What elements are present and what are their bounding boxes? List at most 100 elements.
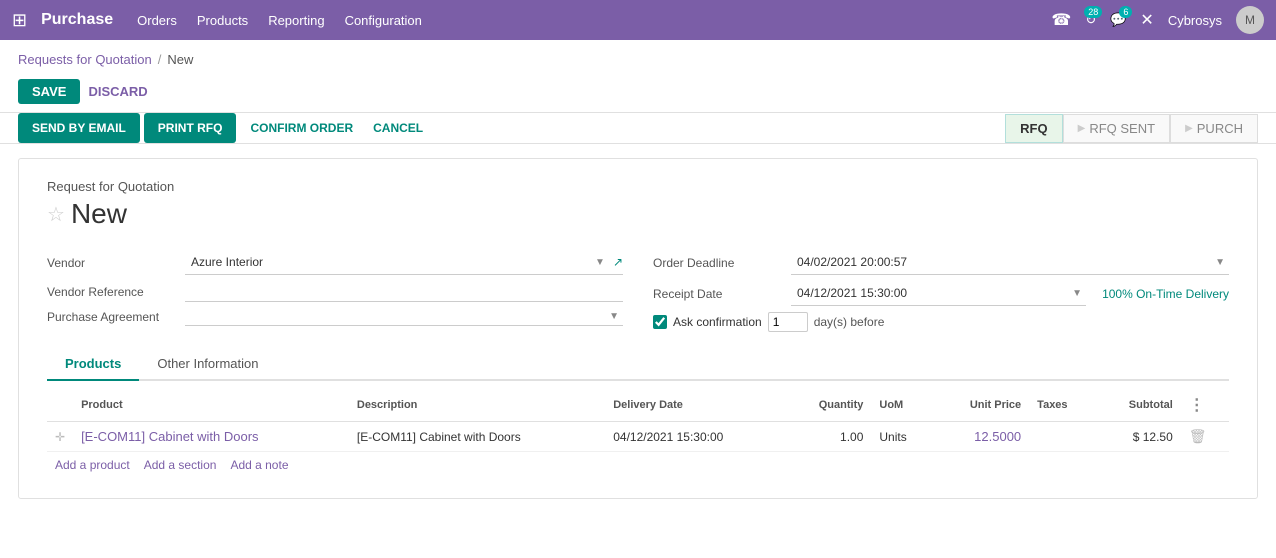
grid-icon[interactable]: ⊞ [12,10,27,31]
column-options-icon[interactable]: ⋮ [1189,397,1205,414]
breadcrumb-current: New [167,52,193,67]
quantity-cell: 1.00 [785,422,871,452]
top-navigation: ⊞ Purchase Orders Products Reporting Con… [0,0,1276,40]
save-button[interactable]: SAVE [18,79,80,104]
add-product-link[interactable]: Add a product [55,458,130,472]
vendor-external-link-icon[interactable]: ↗ [613,255,623,269]
drag-handle-icon[interactable]: ✛ [55,430,65,444]
cancel-button[interactable]: CANCEL [363,113,433,143]
subtotal-cell: $ 12.50 [1095,422,1181,452]
col-quantity: Quantity [785,389,871,422]
col-subtotal: Subtotal [1095,389,1181,422]
print-rfq-button[interactable]: PRINT RFQ [144,113,237,143]
record-type-label: Request for Quotation [47,179,1229,194]
ask-confirmation-checkbox[interactable] [653,315,667,329]
breadcrumb: Requests for Quotation / New [0,40,1276,73]
delete-cell: 🗑 [1181,422,1229,452]
tabs-row: Products Other Information [47,348,1229,381]
days-before-label: day(s) before [814,315,885,329]
purchase-agreement-field-row: Purchase Agreement ▼ [47,308,623,326]
record-title: New [71,198,127,230]
unit-price-cell: 12.5000 [933,422,1029,452]
order-deadline-value: 04/02/2021 20:00:57 [791,253,1211,271]
col-description: Description [349,389,605,422]
app-brand: Purchase [41,11,113,29]
table-body: ✛ [E-COM11] Cabinet with Doors [E-COM11]… [47,422,1229,452]
order-deadline-label: Order Deadline [653,256,783,270]
username: Cybrosys [1168,13,1222,28]
discard-button[interactable]: DISCARD [88,84,147,99]
add-row: Add a product Add a section Add a note [47,452,1229,478]
vendor-dropdown-arrow: ▼ [591,257,609,268]
avatar[interactable]: M [1236,6,1264,34]
add-section-link[interactable]: Add a section [144,458,217,472]
receipt-date-value: 04/12/2021 15:30:00 [791,284,1068,302]
star-icon[interactable]: ☆ [47,202,65,227]
product-cell[interactable]: [E-COM11] Cabinet with Doors [73,422,349,452]
col-taxes: Taxes [1029,389,1095,422]
page-body: Requests for Quotation / New SAVE DISCAR… [0,40,1276,558]
refresh-icon[interactable]: ↻ 28 [1085,11,1096,29]
send-by-email-button[interactable]: SEND BY EMAIL [18,113,140,143]
secondary-toolbar: SEND BY EMAIL PRINT RFQ CONFIRM ORDER CA… [0,112,1276,144]
form-card: Request for Quotation ☆ New Vendor Azure… [18,158,1258,499]
add-note-link[interactable]: Add a note [230,458,288,472]
receipt-date-dropdown[interactable]: 04/12/2021 15:30:00 ▼ [791,281,1086,306]
col-actions: ⋮ [1181,389,1229,422]
action-row: SAVE DISCARD [0,73,1276,112]
purchase-agreement-dropdown-arrow: ▼ [605,311,623,322]
vendor-reference-field-row: Vendor Reference [47,281,623,302]
close-icon[interactable]: ✕ [1140,10,1153,30]
delete-row-icon[interactable]: 🗑 [1189,428,1207,444]
nav-orders[interactable]: Orders [137,9,177,32]
purchase-agreement-value [185,315,605,319]
ask-confirmation-row: Ask confirmation day(s) before [653,312,1229,332]
vendor-reference-label: Vendor Reference [47,285,177,299]
vendor-value: Azure Interior [185,253,591,271]
status-pill-rfq-sent[interactable]: ▶ RFQ SENT [1063,114,1170,143]
purchase-agreement-dropdown[interactable]: ▼ [185,308,623,326]
vendor-label: Vendor [47,256,177,270]
drag-handle-cell: ✛ [47,422,73,452]
nav-reporting[interactable]: Reporting [268,9,324,32]
vendor-reference-text-input[interactable] [191,284,617,298]
status-pill-rfq[interactable]: RFQ [1005,114,1062,143]
receipt-date-dropdown-arrow: ▼ [1068,288,1086,299]
breadcrumb-parent[interactable]: Requests for Quotation [18,52,152,67]
main-nav: Orders Products Reporting Configuration [137,9,1051,32]
confirm-order-button[interactable]: CONFIRM ORDER [240,113,363,143]
nav-configuration[interactable]: Configuration [345,9,422,32]
ask-confirmation-label: Ask confirmation [673,315,762,329]
left-fields: Vendor Azure Interior ▼ ↗ Vendor Referen… [47,250,623,332]
nav-products[interactable]: Products [197,9,248,32]
table-header: Product Description Delivery Date Quanti… [47,389,1229,422]
chat-badge: 6 [1119,6,1132,18]
product-name[interactable]: [E-COM11] Cabinet with Doors [81,429,259,444]
col-unit-price: Unit Price [933,389,1029,422]
toolbar-actions: SEND BY EMAIL PRINT RFQ CONFIRM ORDER CA… [18,113,1005,143]
delivery-date-cell: 04/12/2021 15:30:00 [605,422,785,452]
order-deadline-dropdown-arrow: ▼ [1211,257,1229,268]
vendor-field-row: Vendor Azure Interior ▼ ↗ [47,250,623,275]
tab-products[interactable]: Products [47,348,139,381]
purchase-agreement-label: Purchase Agreement [47,310,177,324]
taxes-cell [1029,422,1095,452]
col-drag [47,389,73,422]
on-time-label: 100% On-Time Delivery [1102,287,1229,301]
col-product: Product [73,389,349,422]
phone-icon[interactable]: ☎ [1051,10,1071,30]
arrow-icon: ▶ [1078,123,1086,134]
tab-other-information[interactable]: Other Information [139,348,276,381]
status-pills: RFQ ▶ RFQ SENT ▶ PURCH [1005,114,1258,143]
status-pill-purchase-order[interactable]: ▶ PURCH [1170,114,1258,143]
vendor-dropdown[interactable]: Azure Interior ▼ ↗ [185,250,623,275]
form-fields: Vendor Azure Interior ▼ ↗ Vendor Referen… [47,250,1229,332]
arrow-icon-2: ▶ [1185,123,1193,134]
vendor-reference-input[interactable] [185,281,623,302]
right-fields: Order Deadline 04/02/2021 20:00:57 ▼ Rec… [653,250,1229,332]
order-deadline-dropdown[interactable]: 04/02/2021 20:00:57 ▼ [791,250,1229,275]
ask-confirmation-days-input[interactable] [768,312,808,332]
unit-price-value[interactable]: 12.5000 [974,429,1021,444]
breadcrumb-separator: / [158,52,162,67]
chat-icon[interactable]: 💬 6 [1110,11,1126,29]
